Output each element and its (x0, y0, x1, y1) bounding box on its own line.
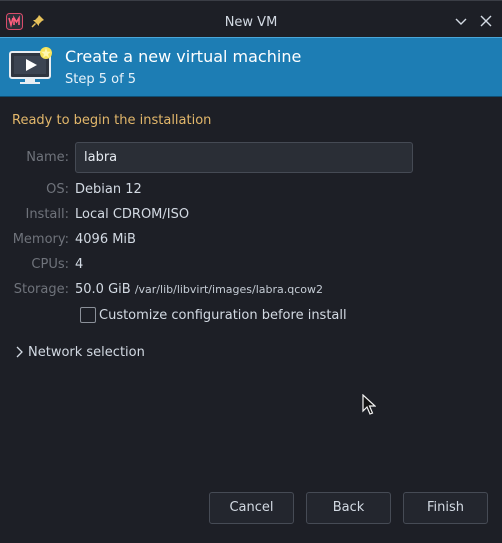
storage-size: 50.0 GiB (75, 282, 131, 297)
install-value: Local CDROM/ISO (75, 207, 190, 222)
cpus-label: CPUs: (31, 257, 69, 272)
os-label: OS: (46, 182, 69, 197)
header-title: Create a new virtual machine (65, 47, 302, 66)
window-title: New VM (224, 15, 278, 30)
customize-checkbox[interactable] (80, 307, 96, 323)
storage-label: Storage: (13, 282, 69, 297)
storage-path: /var/lib/libvirt/images/labra.qcow2 (134, 283, 324, 296)
install-label: Install: (25, 207, 69, 222)
wizard-header: Create a new virtual machine Step 5 of 5 (0, 37, 502, 97)
memory-label: Memory: (12, 232, 69, 247)
name-label: Name: (26, 150, 69, 165)
cpus-value: 4 (75, 257, 84, 272)
os-value: Debian 12 (75, 182, 142, 197)
ready-heading: Ready to begin the installation (12, 113, 212, 128)
memory-value: 4096 MiB (75, 232, 136, 247)
cancel-button[interactable]: Cancel (209, 492, 294, 524)
mouse-cursor-icon (362, 393, 377, 416)
chevron-right-icon[interactable] (14, 346, 24, 358)
step-indicator: Step 5 of 5 (65, 72, 137, 87)
customize-label[interactable]: Customize configuration before install (99, 308, 347, 323)
chevron-down-icon[interactable] (454, 14, 468, 28)
finish-button[interactable]: Finish (403, 492, 488, 524)
new-vm-icon (8, 46, 56, 88)
close-icon[interactable] (479, 14, 493, 28)
back-button[interactable]: Back (306, 492, 391, 524)
vm-name-input[interactable] (75, 142, 413, 173)
network-selection-label[interactable]: Network selection (28, 345, 145, 360)
storage-value: 50.0 GiB /var/lib/libvirt/images/labra.q… (75, 282, 323, 297)
